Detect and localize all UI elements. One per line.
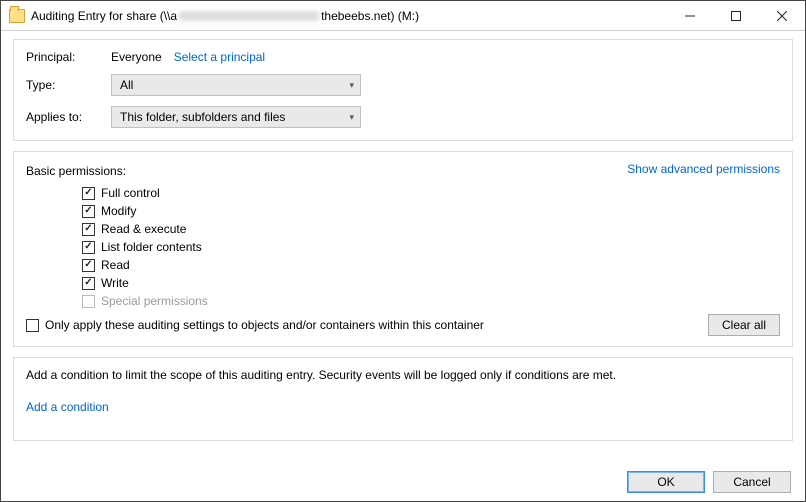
maximize-button[interactable]	[713, 1, 759, 30]
permission-checkbox[interactable]	[82, 277, 95, 290]
permission-row: Read	[82, 256, 780, 274]
permission-label: Read & execute	[101, 222, 186, 236]
permission-checkbox[interactable]	[82, 223, 95, 236]
show-advanced-permissions-link[interactable]: Show advanced permissions	[627, 162, 780, 176]
clear-all-label: Clear all	[722, 318, 766, 332]
applies-row: Applies to: This folder, subfolders and …	[26, 106, 780, 128]
only-within-checkbox[interactable]	[26, 319, 39, 332]
type-row: Type: All ▾	[26, 74, 780, 96]
ok-label: OK	[657, 475, 674, 489]
permission-checkbox	[82, 295, 95, 308]
principal-row: Principal: Everyone Select a principal	[26, 50, 780, 64]
type-dropdown-value: All	[120, 78, 133, 92]
applies-label: Applies to:	[26, 110, 111, 124]
only-within-label: Only apply these auditing settings to ob…	[45, 318, 484, 332]
redacted-path-segment	[179, 11, 319, 21]
condition-description: Add a condition to limit the scope of th…	[26, 368, 780, 382]
chevron-down-icon: ▾	[349, 80, 354, 91]
cancel-label: Cancel	[733, 475, 770, 489]
select-principal-link[interactable]: Select a principal	[174, 50, 265, 64]
type-label: Type:	[26, 78, 111, 92]
only-within-row: Only apply these auditing settings to ob…	[26, 318, 780, 332]
permissions-panel: Show advanced permissions Basic permissi…	[13, 151, 793, 347]
permission-checkbox[interactable]	[82, 205, 95, 218]
permission-label: List folder contents	[101, 240, 202, 254]
close-button[interactable]	[759, 1, 805, 30]
permission-label: Write	[101, 276, 129, 290]
condition-panel: Add a condition to limit the scope of th…	[13, 357, 793, 441]
principal-value: Everyone	[111, 50, 162, 64]
permission-row: Special permissions	[82, 292, 780, 310]
permissions-list: Full control Modify Read & execute List fol…	[82, 184, 780, 310]
ok-button[interactable]: OK	[627, 471, 705, 493]
permission-row: Write	[82, 274, 780, 292]
principal-type-panel: Principal: Everyone Select a principal T…	[13, 39, 793, 141]
cancel-button[interactable]: Cancel	[713, 471, 791, 493]
window-title-suffix: thebeebs.net) (M:)	[321, 9, 419, 23]
permission-label: Full control	[101, 186, 160, 200]
permission-row: Full control	[82, 184, 780, 202]
type-dropdown[interactable]: All ▾	[111, 74, 361, 96]
permission-checkbox[interactable]	[82, 241, 95, 254]
permission-label: Special permissions	[101, 294, 208, 308]
principal-label: Principal:	[26, 50, 111, 64]
permission-checkbox[interactable]	[82, 259, 95, 272]
add-condition-link[interactable]: Add a condition	[26, 400, 109, 414]
window-controls	[667, 1, 805, 30]
permission-label: Read	[101, 258, 130, 272]
minimize-button[interactable]	[667, 1, 713, 30]
permission-label: Modify	[101, 204, 136, 218]
folder-icon	[9, 9, 25, 23]
dialog-footer: OK Cancel	[627, 471, 791, 493]
titlebar: Auditing Entry for share (\\a thebeebs.n…	[1, 1, 805, 31]
permission-checkbox[interactable]	[82, 187, 95, 200]
applies-dropdown-value: This folder, subfolders and files	[120, 110, 285, 124]
clear-all-button[interactable]: Clear all	[708, 314, 780, 336]
permission-row: Read & execute	[82, 220, 780, 238]
chevron-down-icon: ▾	[349, 112, 354, 123]
permission-row: Modify	[82, 202, 780, 220]
window-title-prefix: Auditing Entry for share (\\a	[31, 9, 177, 23]
applies-dropdown[interactable]: This folder, subfolders and files ▾	[111, 106, 361, 128]
permission-row: List folder contents	[82, 238, 780, 256]
